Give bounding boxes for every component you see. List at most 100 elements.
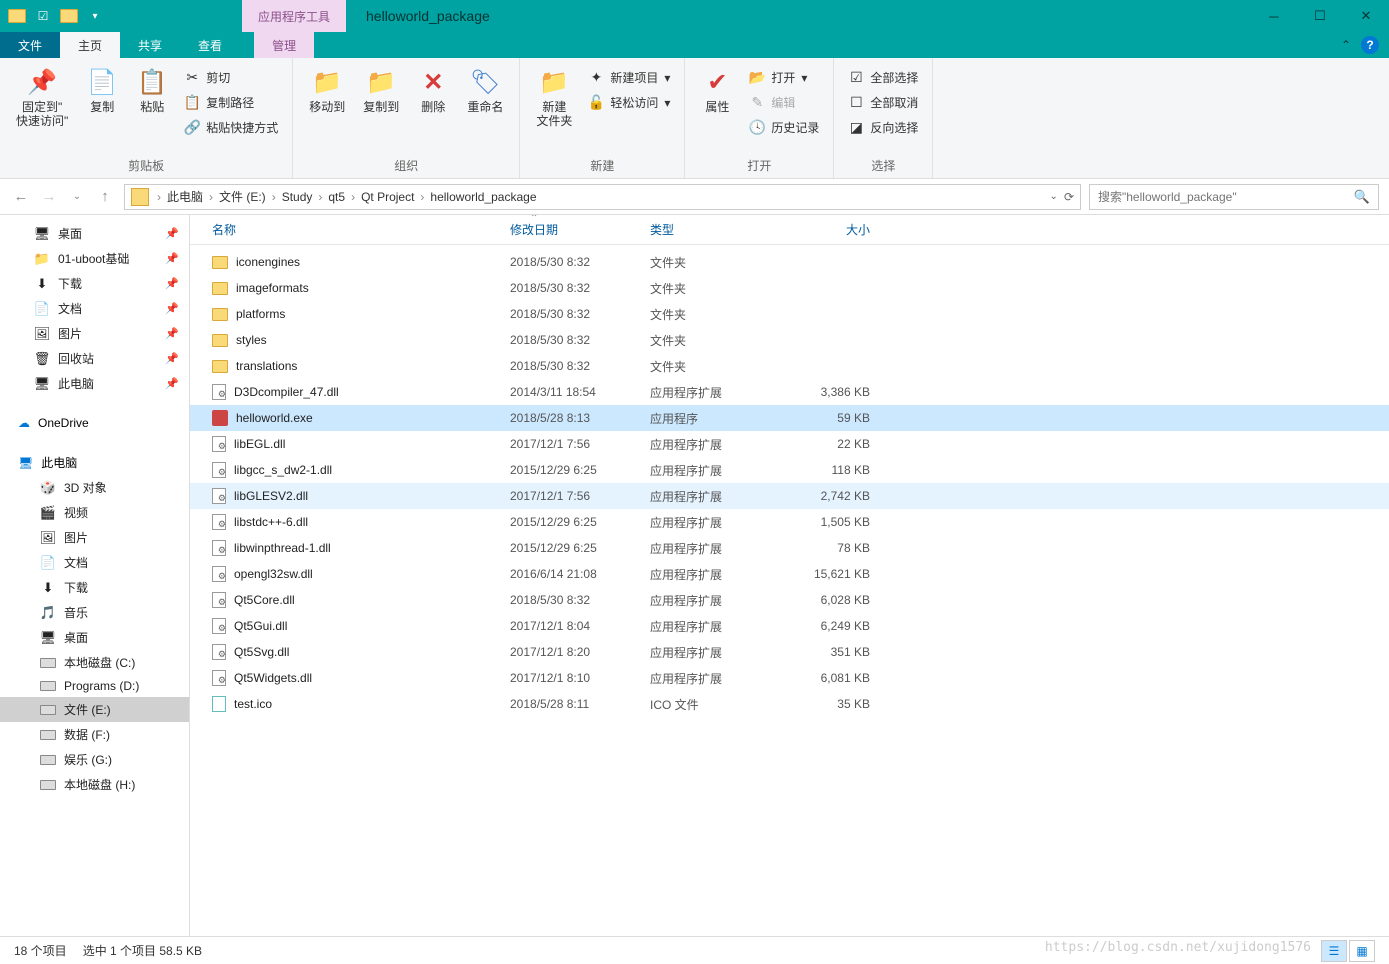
file-row[interactable]: imageformats 2018/5/30 8:32 文件夹: [190, 275, 1389, 301]
sidebar-thispc-item[interactable]: 🎵音乐: [0, 600, 189, 625]
file-row[interactable]: Qt5Svg.dll 2017/12/1 8:20 应用程序扩展 351 KB: [190, 639, 1389, 665]
col-type[interactable]: 类型: [640, 221, 780, 238]
move-to-button[interactable]: 📁移动到: [301, 62, 353, 118]
sidebar-thispc-item[interactable]: 🎲3D 对象: [0, 475, 189, 500]
file-row[interactable]: styles 2018/5/30 8:32 文件夹: [190, 327, 1389, 353]
sidebar-quick-item[interactable]: 🗑回收站📌: [0, 346, 189, 371]
file-row[interactable]: libgcc_s_dw2-1.dll 2015/12/29 6:25 应用程序扩…: [190, 457, 1389, 483]
chevron-right-icon[interactable]: ›: [207, 190, 215, 204]
paste-button[interactable]: 📋粘贴: [128, 62, 176, 118]
sidebar-quick-item[interactable]: ⬇下载📌: [0, 271, 189, 296]
chevron-right-icon[interactable]: ›: [349, 190, 357, 204]
sidebar-thispc-item[interactable]: 数据 (F:): [0, 722, 189, 747]
tab-home[interactable]: 主页: [60, 32, 120, 58]
breadcrumb-segment[interactable]: qt5: [324, 190, 349, 204]
file-row[interactable]: D3Dcompiler_47.dll 2014/3/11 18:54 应用程序扩…: [190, 379, 1389, 405]
col-name[interactable]: 名称: [190, 221, 500, 238]
tab-view[interactable]: 查看: [180, 32, 240, 58]
breadcrumb[interactable]: › 此电脑›文件 (E:)›Study›qt5›Qt Project›hello…: [124, 184, 1081, 210]
breadcrumb-segment[interactable]: Study: [278, 190, 317, 204]
collapse-ribbon-icon[interactable]: ⌃: [1341, 38, 1351, 52]
navigation-pane[interactable]: 🖥桌面📌📁01-uboot基础📌⬇下载📌📄文档📌🖼图片📌🗑回收站📌🖥此电脑📌 ☁…: [0, 215, 190, 936]
edit-button[interactable]: ✎编辑: [743, 91, 825, 114]
file-row[interactable]: libwinpthread-1.dll 2015/12/29 6:25 应用程序…: [190, 535, 1389, 561]
view-thumbnails-button[interactable]: ▦: [1349, 940, 1375, 962]
sidebar-thispc-item[interactable]: 🖥桌面: [0, 625, 189, 650]
file-row[interactable]: libGLESV2.dll 2017/12/1 7:56 应用程序扩展 2,74…: [190, 483, 1389, 509]
open-button[interactable]: 📂打开 ▾: [743, 66, 825, 89]
sidebar-quick-item[interactable]: 🖥此电脑📌: [0, 371, 189, 396]
breadcrumb-segment[interactable]: helloworld_package: [426, 190, 540, 204]
sidebar-quick-item[interactable]: 🖼图片📌: [0, 321, 189, 346]
sidebar-thispc-item[interactable]: 文件 (E:): [0, 697, 189, 722]
tab-share[interactable]: 共享: [120, 32, 180, 58]
sidebar-onedrive[interactable]: ☁OneDrive: [0, 412, 189, 434]
back-button[interactable]: ←: [10, 186, 32, 208]
sidebar-thispc-item[interactable]: Programs (D:): [0, 675, 189, 697]
sidebar-thispc-item[interactable]: 📄文档: [0, 550, 189, 575]
maximize-button[interactable]: ☐: [1297, 0, 1343, 32]
new-folder-button[interactable]: 📁新建 文件夹: [528, 62, 580, 133]
sidebar-thispc-item[interactable]: 🖼图片: [0, 525, 189, 550]
file-row[interactable]: platforms 2018/5/30 8:32 文件夹: [190, 301, 1389, 327]
copy-to-button[interactable]: 📁复制到: [355, 62, 407, 118]
sidebar-quick-item[interactable]: 🖥桌面📌: [0, 221, 189, 246]
copy-button[interactable]: 📄复制: [78, 62, 126, 118]
up-button[interactable]: ↑: [94, 186, 116, 208]
chevron-right-icon[interactable]: ›: [155, 190, 163, 204]
folder-icon[interactable]: [58, 5, 80, 27]
file-row[interactable]: translations 2018/5/30 8:32 文件夹: [190, 353, 1389, 379]
search-icon[interactable]: 🔍: [1354, 189, 1370, 205]
sidebar-thispc-item[interactable]: 娱乐 (G:): [0, 747, 189, 772]
invert-selection-button[interactable]: ◪反向选择: [842, 116, 924, 139]
column-headers[interactable]: 名称 ⌃ 修改日期 类型 大小: [190, 215, 1389, 245]
sidebar-thispc[interactable]: 🖥此电脑: [0, 450, 189, 475]
help-icon[interactable]: ?: [1361, 36, 1379, 54]
qat-checkbox[interactable]: ☑: [32, 5, 54, 27]
search-box[interactable]: 🔍: [1089, 184, 1379, 210]
new-item-button[interactable]: ✦新建项目 ▾: [582, 66, 676, 89]
file-row[interactable]: Qt5Gui.dll 2017/12/1 8:04 应用程序扩展 6,249 K…: [190, 613, 1389, 639]
view-details-button[interactable]: ☰: [1321, 940, 1347, 962]
contextual-tab-app-tools[interactable]: 应用程序工具: [242, 0, 346, 32]
file-list-pane[interactable]: 名称 ⌃ 修改日期 类型 大小 iconengines 2018/5/30 8:…: [190, 215, 1389, 936]
chevron-right-icon[interactable]: ›: [270, 190, 278, 204]
select-all-button[interactable]: ☑全部选择: [842, 66, 924, 89]
file-row[interactable]: Qt5Core.dll 2018/5/30 8:32 应用程序扩展 6,028 …: [190, 587, 1389, 613]
delete-button[interactable]: ✕删除: [409, 62, 457, 118]
sidebar-thispc-item[interactable]: 本地磁盘 (C:): [0, 650, 189, 675]
refresh-icon[interactable]: ⟳: [1064, 190, 1074, 204]
breadcrumb-segment[interactable]: Qt Project: [357, 190, 418, 204]
folder-icon[interactable]: [6, 5, 28, 27]
close-button[interactable]: ✕: [1343, 0, 1389, 32]
file-row[interactable]: test.ico 2018/5/28 8:11 ICO 文件 35 KB: [190, 691, 1389, 717]
minimize-button[interactable]: ─: [1251, 0, 1297, 32]
sidebar-thispc-item[interactable]: 🎬视频: [0, 500, 189, 525]
breadcrumb-segment[interactable]: 此电脑: [163, 190, 207, 204]
sidebar-thispc-item[interactable]: ⬇下载: [0, 575, 189, 600]
chevron-down-icon[interactable]: ⌄: [1050, 191, 1058, 202]
file-row[interactable]: libstdc++-6.dll 2015/12/29 6:25 应用程序扩展 1…: [190, 509, 1389, 535]
file-row[interactable]: Qt5Widgets.dll 2017/12/1 8:10 应用程序扩展 6,0…: [190, 665, 1389, 691]
breadcrumb-segment[interactable]: 文件 (E:): [215, 190, 270, 204]
tab-manage[interactable]: 管理: [254, 32, 314, 58]
file-row[interactable]: opengl32sw.dll 2016/6/14 21:08 应用程序扩展 15…: [190, 561, 1389, 587]
select-none-button[interactable]: ☐全部取消: [842, 91, 924, 114]
search-input[interactable]: [1098, 190, 1354, 204]
file-row[interactable]: helloworld.exe 2018/5/28 8:13 应用程序 59 KB: [190, 405, 1389, 431]
file-row[interactable]: libEGL.dll 2017/12/1 7:56 应用程序扩展 22 KB: [190, 431, 1389, 457]
col-size[interactable]: 大小: [780, 221, 880, 238]
qat-dropdown[interactable]: ▾: [84, 5, 106, 27]
cut-button[interactable]: ✂剪切: [178, 66, 284, 89]
paste-shortcut-button[interactable]: 🔗粘贴快捷方式: [178, 116, 284, 139]
recent-dropdown[interactable]: ⌄: [66, 186, 88, 208]
tab-file[interactable]: 文件: [0, 32, 60, 58]
forward-button[interactable]: →: [38, 186, 60, 208]
file-row[interactable]: iconengines 2018/5/30 8:32 文件夹: [190, 249, 1389, 275]
sidebar-quick-item[interactable]: 📄文档📌: [0, 296, 189, 321]
easy-access-button[interactable]: 🔓轻松访问 ▾: [582, 91, 676, 114]
pin-to-quick-access-button[interactable]: 📌固定到" 快速访问": [8, 62, 76, 133]
copy-path-button[interactable]: 📋复制路径: [178, 91, 284, 114]
properties-button[interactable]: ✔属性: [693, 62, 741, 118]
rename-button[interactable]: 🏷重命名: [459, 62, 511, 118]
